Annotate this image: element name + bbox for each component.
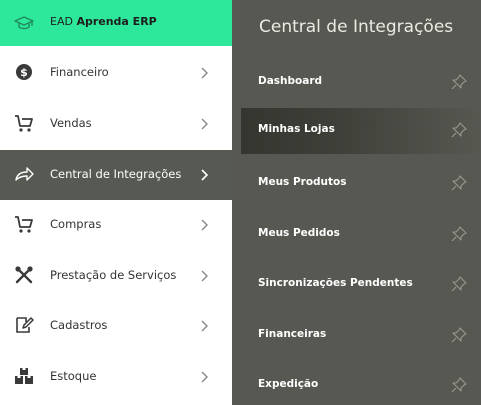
pin-icon[interactable] (451, 276, 467, 292)
boxes-icon (15, 368, 33, 384)
submenu-item-label: Sincronizações Pendentes (258, 277, 413, 289)
submenu-item-financeiras[interactable]: Financeiras (232, 313, 481, 359)
chevron-right-icon (201, 67, 208, 79)
pin-icon[interactable] (451, 377, 467, 393)
submenu-item-expedicao[interactable]: Expedição (232, 363, 481, 405)
submenu-item-meus-produtos[interactable]: Meus Produtos (232, 161, 481, 207)
brand-prefix: EAD (50, 15, 73, 28)
chevron-right-icon (201, 169, 209, 181)
menu-item-central-de-integracoes[interactable]: Central de Integrações (0, 150, 232, 200)
submenu-item-meus-pedidos[interactable]: Meus Pedidos (232, 212, 481, 258)
submenu-panel: Central de Integrações Dashboard Minhas … (232, 0, 481, 405)
submenu-item-label: Meus Pedidos (258, 227, 340, 239)
pin-icon[interactable] (451, 122, 467, 138)
submenu-item-label: Dashboard (258, 75, 323, 87)
chevron-right-icon (201, 371, 208, 383)
brand-header[interactable]: EAD Aprenda ERP (0, 0, 232, 46)
chevron-right-icon (201, 219, 208, 231)
submenu-item-dashboard[interactable]: Dashboard (232, 60, 481, 106)
submenu-item-label: Minhas Lojas (258, 123, 335, 135)
graduation-cap-icon (14, 16, 34, 30)
menu-item-label: Vendas (50, 116, 92, 130)
main-menu: EAD Aprenda ERP $ Financeiro Vendas Cent… (0, 0, 232, 405)
edit-icon (16, 317, 34, 333)
chevron-right-icon (201, 118, 208, 130)
tools-icon (15, 266, 33, 284)
pin-icon[interactable] (451, 175, 467, 191)
chevron-right-icon (201, 270, 208, 282)
submenu-title: Central de Integrações (259, 17, 454, 37)
submenu-item-sincronizacoes-pendentes[interactable]: Sincronizações Pendentes (232, 262, 481, 308)
share-arrow-icon (15, 167, 34, 181)
submenu-item-label: Financeiras (258, 328, 327, 340)
svg-text:$: $ (20, 66, 28, 79)
cart-icon (15, 115, 33, 132)
menu-item-label: Prestação de Serviços (50, 268, 177, 282)
submenu-item-label: Meus Produtos (258, 176, 347, 188)
menu-item-cadastros[interactable]: Cadastros (0, 301, 232, 351)
menu-item-label: Central de Integrações (50, 167, 182, 181)
pin-icon[interactable] (451, 327, 467, 343)
pin-icon[interactable] (451, 226, 467, 242)
dollar-coin-icon: $ (16, 64, 32, 80)
menu-item-label: Compras (50, 217, 102, 231)
menu-item-estoque[interactable]: Estoque (0, 352, 232, 402)
menu-item-label: Financeiro (50, 65, 109, 79)
submenu-item-label: Expedição (258, 378, 319, 390)
brand-title: EAD Aprenda ERP (50, 15, 157, 28)
menu-item-label: Cadastros (50, 318, 108, 332)
menu-item-vendas[interactable]: Vendas (0, 99, 232, 149)
menu-item-financeiro[interactable]: $ Financeiro (0, 48, 232, 98)
menu-item-compras[interactable]: Compras (0, 200, 232, 250)
brand-name: Aprenda ERP (76, 15, 157, 28)
chevron-right-icon (201, 320, 208, 332)
submenu-item-minhas-lojas[interactable]: Minhas Lojas (241, 108, 481, 154)
pin-icon[interactable] (451, 74, 467, 90)
menu-item-label: Estoque (50, 369, 97, 383)
cart-icon (15, 216, 33, 233)
menu-item-prestacao-de-servicos[interactable]: Prestação de Serviços (0, 251, 232, 301)
